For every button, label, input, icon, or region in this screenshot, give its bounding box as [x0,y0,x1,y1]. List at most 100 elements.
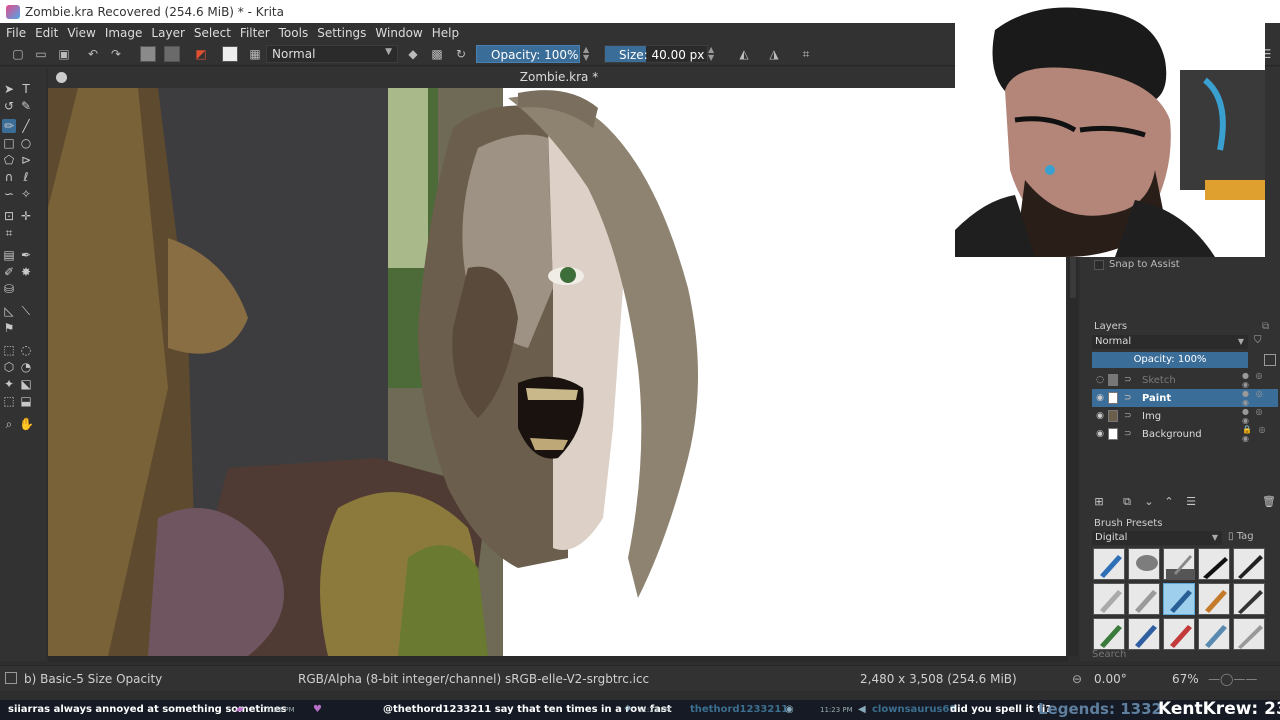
layer-opacity-slider[interactable]: Opacity: 100% [1092,352,1248,368]
measure-tool-icon[interactable]: ⟍ [19,304,33,318]
color-picker-tool-icon[interactable]: ✒ [19,248,33,262]
blend-mode-select[interactable]: Normal ▼ [266,45,398,63]
polygon-tool-icon[interactable]: ⬠ [2,153,16,167]
menu-help[interactable]: Help [432,26,459,40]
calligraphy-tool-icon[interactable]: ✎ [19,99,33,113]
pattern-swatch[interactable] [164,46,180,62]
select-shapes-tool-icon[interactable]: ➤ [2,82,16,96]
dynamic-brush-tool-icon[interactable]: ∽ [2,187,16,201]
mirror-horizontal-icon[interactable]: ◭ [736,46,752,62]
layer-properties-icon[interactable] [1264,354,1276,366]
polyline-tool-icon[interactable]: ⊳ [19,153,33,167]
brush-tag-button[interactable]: ▯ Tag [1228,531,1254,542]
menu-window[interactable]: Window [375,26,422,40]
bezier-tool-icon[interactable]: ∩ [2,170,16,184]
layer-row-paint[interactable]: ◉ ⊃ Paint ● ◎ ◉ [1092,389,1278,407]
delete-layer-icon[interactable]: 🗑 [1262,494,1276,510]
pan-tool-icon[interactable]: ✋ [19,417,34,431]
freehand-path-tool-icon[interactable]: ℓ [19,170,33,184]
new-document-icon[interactable]: ▢ [10,46,26,62]
brush-preset-tile[interactable] [1128,548,1160,580]
save-icon[interactable]: ▣ [56,46,72,62]
gradient-swatch[interactable] [140,46,156,62]
brush-preset-tile-selected[interactable] [1163,583,1195,615]
magnetic-selection-tool-icon[interactable]: ⬓ [19,394,33,408]
line-tool-icon[interactable]: ╱ [19,119,33,133]
wrap-around-icon[interactable]: ⌗ [798,46,814,62]
reference-images-tool-icon[interactable]: ⚑ [2,321,16,335]
layer-lock-alpha-icons[interactable]: ● ◎ ◉ [1242,371,1278,389]
undo-icon[interactable]: ↶ [85,46,101,62]
open-document-icon[interactable]: ▭ [33,46,49,62]
layer-lock-alpha-icons[interactable]: ● ◎ ◉ [1242,407,1278,425]
brush-preset-tile[interactable] [1093,583,1125,615]
menu-layer[interactable]: Layer [151,26,184,40]
brush-preset-tile[interactable] [1198,583,1230,615]
opacity-slider[interactable]: Opacity: 100% [476,45,580,63]
text-tool-icon[interactable]: T [19,82,33,96]
brush-presets-grid-icon[interactable]: ▦ [247,46,263,62]
canvas[interactable] [48,88,1066,656]
menu-view[interactable]: View [67,26,95,40]
ellipse-tool-icon[interactable]: ○ [19,136,33,150]
add-layer-icon[interactable]: ⊞ [1092,494,1106,510]
menu-select[interactable]: Select [194,26,231,40]
brush-preset-tile[interactable] [1233,618,1265,650]
menu-image[interactable]: Image [105,26,143,40]
reload-preset-icon[interactable]: ↻ [453,46,469,62]
layer-blend-mode-select[interactable]: Normal ▼ [1092,335,1248,349]
contiguous-selection-tool-icon[interactable]: ✦ [2,377,16,391]
transform-tool-icon[interactable]: ⊡ [2,209,16,223]
zoom-tool-icon[interactable]: ⌕ [2,417,16,431]
menu-tools[interactable]: Tools [279,26,309,40]
horizontal-scrollbar[interactable] [48,656,1068,662]
brush-preset-tile[interactable] [1163,618,1195,650]
fill-tool-icon[interactable]: ⛁ [2,282,16,296]
brush-search-input[interactable]: Search [1092,649,1264,662]
polygonal-selection-tool-icon[interactable]: ⬡ [2,360,16,374]
layer-row-img[interactable]: ◉ ⊃ Img ● ◎ ◉ [1092,407,1278,425]
brush-preset-tile[interactable] [1198,618,1230,650]
brush-preset-tile[interactable] [1093,548,1125,580]
rotation-value[interactable]: 0.00° [1094,672,1127,686]
size-slider[interactable]: Size: 40.00 px [604,45,708,63]
snap-to-assist-checkbox[interactable] [1094,259,1104,270]
brush-preset-tile[interactable] [1128,583,1160,615]
eraser-mode-icon[interactable]: ◆ [405,46,421,62]
current-brush-label[interactable]: b) Basic-5 Size Opacity [24,672,162,686]
layer-visibility-icon[interactable]: ◉ [1092,393,1108,403]
similar-selection-tool-icon[interactable]: ⬕ [19,377,33,391]
size-spin-icon[interactable]: ▲ ▼ [708,46,716,62]
brush-preset-tile[interactable] [1198,548,1230,580]
brush-preset-swatch[interactable] [222,46,238,62]
edit-shapes-tool-icon[interactable]: ↺ [2,99,16,113]
layer-visibility-icon[interactable]: ◉ [1092,411,1108,421]
preserve-alpha-icon[interactable]: ▩ [429,46,445,62]
redo-icon[interactable]: ↷ [108,46,124,62]
zoom-value[interactable]: 67% [1172,672,1199,686]
menu-edit[interactable]: Edit [35,26,58,40]
layer-row-background[interactable]: ◉ ⊃ Background 🔒 ◎ ◉ [1092,425,1278,443]
assistant-tool-icon[interactable]: ◺ [2,304,16,318]
menu-filter[interactable]: Filter [240,26,270,40]
rectangular-selection-tool-icon[interactable]: ⬚ [2,343,16,357]
brush-preset-filter-select[interactable]: Digital ▼ [1092,531,1222,545]
document-tab[interactable]: Zombie.kra * [48,67,1070,88]
layer-row-sketch[interactable]: ◌ ⊃ Sketch ● ◎ ◉ [1092,371,1278,389]
brush-preset-tile[interactable] [1128,618,1160,650]
brush-preset-tile[interactable] [1093,618,1125,650]
duplicate-layer-icon[interactable]: ⧉ [1120,494,1134,510]
layer-filter-icon[interactable]: ⛉ [1254,335,1262,346]
rectangle-tool-icon[interactable]: □ [2,136,16,150]
brush-preset-tile[interactable] [1163,548,1195,580]
brush-preset-tile[interactable] [1233,583,1265,615]
crop-tool-icon[interactable]: ⌗ [2,226,16,240]
move-tool-icon[interactable]: ✛ [19,209,33,223]
opacity-spin-icon[interactable]: ▲ ▼ [583,46,591,62]
move-layer-down-icon[interactable]: ⌄ [1142,494,1156,510]
brush-preset-tile[interactable] [1233,548,1265,580]
color-swap-icon[interactable]: ◩ [193,46,209,62]
layer-visibility-icon[interactable]: ◉ [1092,429,1108,439]
bezier-selection-tool-icon[interactable]: ⬚ [2,394,16,408]
elliptical-selection-tool-icon[interactable]: ◌ [19,343,33,357]
